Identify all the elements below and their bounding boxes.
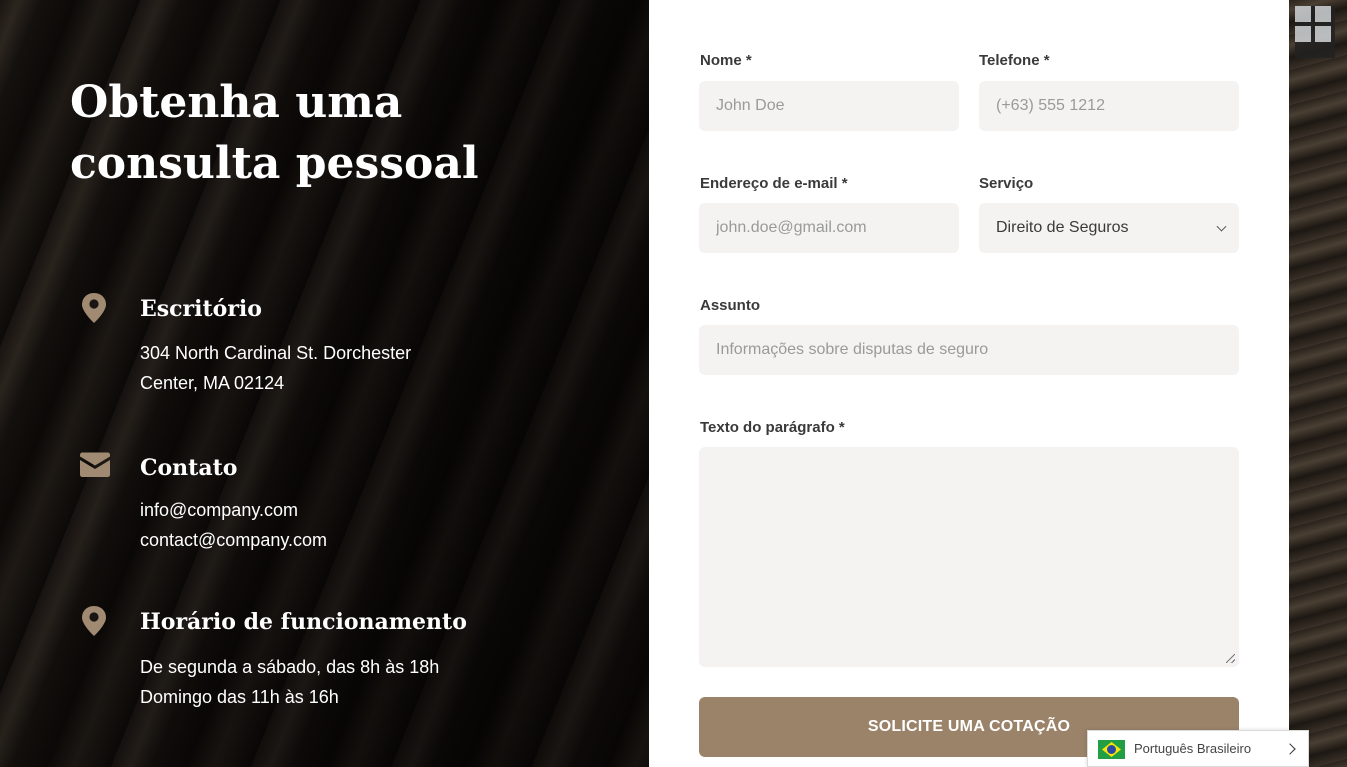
- language-label: Português Brasileiro: [1134, 741, 1252, 756]
- name-input[interactable]: [699, 81, 959, 131]
- contact-title: Contato: [140, 455, 238, 481]
- phone-input[interactable]: [979, 81, 1239, 131]
- hours-title: Horário de funcionamento: [140, 609, 467, 635]
- message-label: Texto do parágrafo *: [700, 419, 845, 436]
- message-textarea[interactable]: [699, 447, 1239, 667]
- quote-form: Nome * Telefone * Endereço de e-mail * S…: [649, 0, 1289, 767]
- office-address-line-2: Center, MA 02124: [140, 373, 285, 393]
- map-pin-icon: [80, 292, 110, 324]
- service-select[interactable]: Direito de Seguros: [979, 203, 1239, 253]
- contact-email-2: contact@company.com: [140, 530, 328, 550]
- envelope-icon: [80, 452, 110, 484]
- background-image-right-edge: [1289, 0, 1347, 767]
- office-address-line-1: 304 North Cardinal St. Dorchester: [140, 343, 412, 363]
- hours-sunday: Domingo das 11h às 16h: [140, 687, 339, 707]
- resize-grip-icon[interactable]: [1226, 654, 1235, 663]
- chevron-down-icon: [1216, 221, 1227, 232]
- service-label: Serviço: [979, 175, 1034, 192]
- contact-email-1: info@company.com: [140, 500, 299, 520]
- subject-label: Assunto: [700, 297, 760, 314]
- hours-weekdays: De segunda a sábado, das 8h às 18h: [140, 657, 440, 677]
- brazil-flag-icon: [1098, 740, 1125, 759]
- office-title: Escritório: [140, 296, 262, 322]
- subject-input[interactable]: [699, 325, 1239, 375]
- chevron-right-icon: [1284, 743, 1296, 755]
- phone-label: Telefone *: [979, 52, 1050, 69]
- page-title: Obtenha uma consulta pessoal: [70, 77, 479, 189]
- email-label: Endereço de e-mail *: [700, 175, 848, 192]
- service-select-value: Direito de Seguros: [996, 219, 1129, 236]
- name-label: Nome *: [700, 52, 752, 69]
- map-pin-icon: [80, 605, 110, 637]
- email-input[interactable]: [699, 203, 959, 253]
- language-switcher[interactable]: Português Brasileiro: [1087, 730, 1309, 767]
